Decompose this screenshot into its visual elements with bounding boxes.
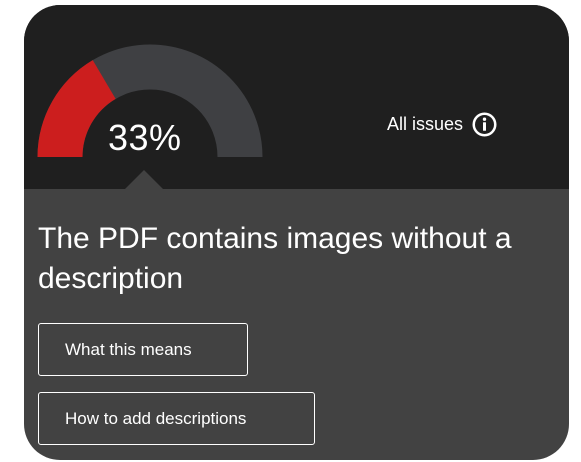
what-this-means-button[interactable]: What this means xyxy=(38,323,248,376)
all-issues-label: All issues xyxy=(387,114,464,134)
all-issues-link[interactable]: All issues xyxy=(387,111,498,138)
score-percent: 33% xyxy=(108,117,182,158)
how-to-add-descriptions-button[interactable]: How to add descriptions xyxy=(38,392,315,445)
issue-title: The PDF contains images without a descri… xyxy=(38,222,512,295)
issue-card: 33% All issues The PDF contains images w… xyxy=(24,5,569,460)
gauge-fill xyxy=(37,60,117,158)
info-icon[interactable] xyxy=(471,111,498,138)
score-gauge xyxy=(37,44,263,158)
pointer-notch xyxy=(124,170,164,190)
score-panel: 33% All issues xyxy=(24,5,569,190)
